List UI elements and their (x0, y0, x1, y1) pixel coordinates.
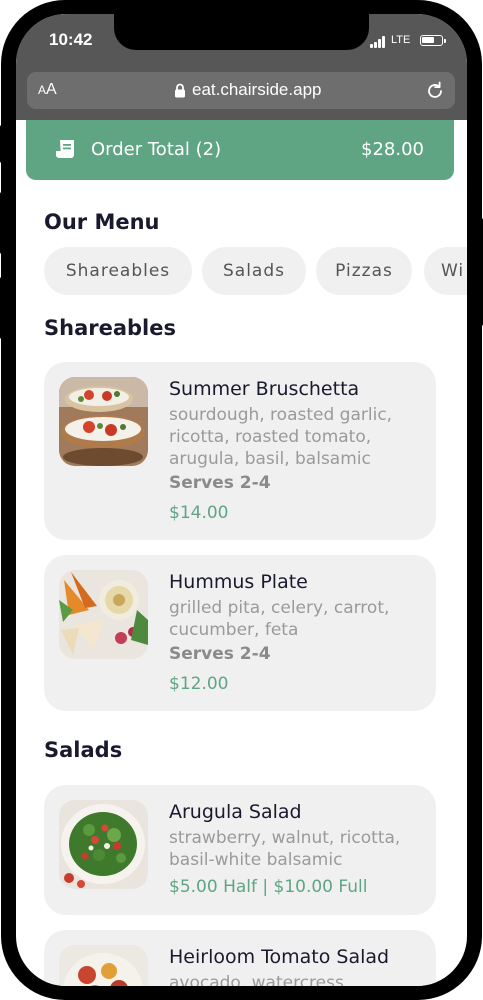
receipt-icon (56, 140, 74, 158)
battery-icon (420, 35, 443, 46)
item-image (59, 945, 148, 986)
item-name: Heirloom Tomato Salad (169, 946, 390, 968)
order-total-label: Order Total (2) (91, 139, 222, 160)
volume-up-button (0, 192, 4, 254)
side-button (0, 125, 4, 163)
volume-down-button (0, 277, 4, 339)
item-price: $14.00 (169, 503, 229, 523)
notch (114, 14, 369, 50)
item-image (59, 377, 148, 466)
reload-icon[interactable] (425, 81, 445, 101)
menu-item-card[interactable]: Arugula Salad strawberry, walnut, ricott… (44, 785, 436, 915)
item-name: Summer Bruschetta (169, 378, 360, 400)
item-description: strawberry, walnut, ricotta, basil-white… (169, 828, 401, 870)
signal-icon (370, 34, 388, 48)
power-button (479, 218, 483, 326)
order-total-price: $28.00 (361, 139, 424, 160)
menu-item-card[interactable]: Heirloom Tomato Salad avocado, watercres… (44, 930, 436, 986)
tab-pizzas[interactable]: Pizzas (316, 247, 412, 295)
item-serves: Serves 2-4 (169, 644, 271, 664)
menu-item-card[interactable]: Summer Bruschetta sourdough, roasted gar… (44, 362, 436, 540)
item-description: sourdough, roasted garlic, ricotta, roas… (169, 405, 393, 469)
browser-toolbar: AA eat.chairside.app (16, 72, 467, 120)
url-text: eat.chairside.app (192, 80, 322, 99)
status-bar: 10:42 LTE (16, 14, 467, 72)
item-name: Arugula Salad (169, 801, 302, 823)
phone-frame: 10:42 LTE AA eat.chairside.app Order Tot… (0, 0, 483, 1000)
text-size-button[interactable]: AA (38, 81, 57, 99)
menu-item-card[interactable]: Hummus Plate grilled pita, celery, carro… (44, 555, 436, 711)
section-title-salads: Salads (44, 738, 123, 762)
tab-wi[interactable]: Wi (424, 247, 467, 295)
menu-title: Our Menu (44, 210, 160, 234)
screen: 10:42 LTE AA eat.chairside.app Order Tot… (16, 14, 467, 986)
item-description: grilled pita, celery, carrot, cucumber, … (169, 598, 390, 640)
item-image (59, 800, 148, 889)
lock-icon (175, 83, 185, 98)
text-size-large: A (46, 81, 57, 98)
network-type: LTE (391, 34, 411, 46)
battery-tip (444, 39, 446, 43)
section-title-shareables: Shareables (44, 316, 176, 340)
address-bar[interactable]: AA eat.chairside.app (27, 72, 455, 109)
text-size-small: A (38, 83, 47, 97)
item-image (59, 570, 148, 659)
status-time: 10:42 (49, 30, 93, 49)
tab-shareables[interactable]: Shareables (44, 247, 192, 295)
item-price: $12.00 (169, 674, 229, 694)
item-description: avocado, watercress (169, 973, 344, 986)
tab-salads[interactable]: Salads (202, 247, 306, 295)
order-total-bar[interactable]: Order Total (2) $28.00 (26, 120, 454, 180)
item-name: Hummus Plate (169, 571, 308, 593)
item-price: $5.00 Half | $10.00 Full (169, 877, 368, 897)
category-tabs: Shareables Salads Pizzas Wi (44, 247, 467, 295)
item-serves: Serves 2-4 (169, 473, 271, 493)
